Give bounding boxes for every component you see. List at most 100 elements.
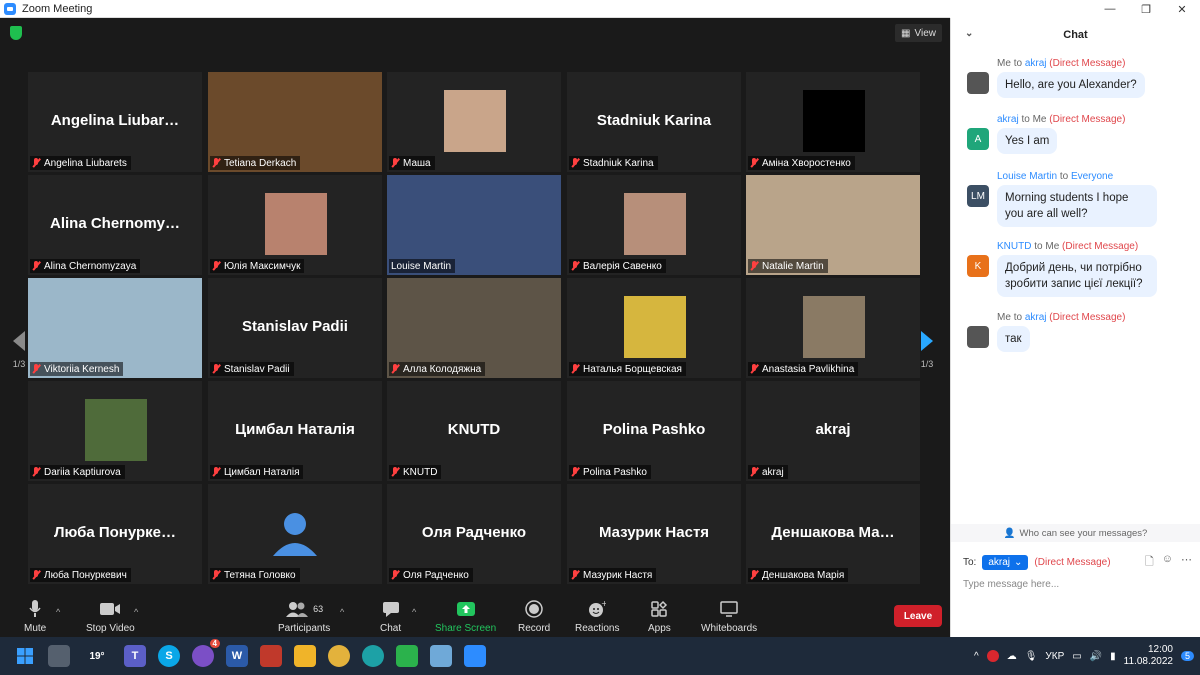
participant-name-label: Tetiana Derkach: [210, 156, 301, 170]
participant-tile[interactable]: Stadniuk Karina Stadniuk Karina: [567, 72, 741, 172]
muted-microphone-icon: [391, 158, 399, 168]
reactions-button[interactable]: + Reactions: [575, 599, 619, 634]
chat-avatar: A: [967, 128, 989, 150]
participant-tile[interactable]: akraj akraj: [746, 381, 920, 481]
participant-tile[interactable]: Маша: [387, 72, 561, 172]
red-book-icon[interactable]: [260, 645, 282, 667]
edge-icon[interactable]: [362, 645, 384, 667]
encryption-shield-icon[interactable]: [10, 26, 22, 40]
muted-microphone-icon: [212, 261, 220, 271]
participant-tile[interactable]: Louise Martin: [387, 175, 561, 275]
participant-tile[interactable]: Stanislav Padii Stanislav Padii: [208, 278, 382, 378]
message-sender: KNUTD: [997, 241, 1032, 252]
zoom-taskbar-icon[interactable]: [464, 645, 486, 667]
view-button[interactable]: ▦ View: [895, 24, 942, 42]
participant-tile[interactable]: Цимбал Наталія Цимбал Наталія: [208, 381, 382, 481]
participants-options-chevron-icon[interactable]: ^: [340, 607, 344, 617]
participant-tile[interactable]: Viktoriia Kernesh: [28, 278, 202, 378]
participant-display-name: Polina Pashko: [602, 421, 706, 438]
wechat-icon[interactable]: [396, 645, 418, 667]
participant-tile[interactable]: Оля Радченко Оля Радченко: [387, 484, 561, 584]
file-explorer-icon[interactable]: [294, 645, 316, 667]
chat-button[interactable]: Chat: [380, 599, 401, 634]
participant-tile[interactable]: Polina Pashko Polina Pashko: [567, 381, 741, 481]
photos-icon[interactable]: [430, 645, 452, 667]
word-icon[interactable]: W: [226, 645, 248, 667]
clock[interactable]: 12:00 11.08.2022: [1124, 644, 1173, 668]
chevron-up-icon[interactable]: ^: [974, 651, 979, 662]
participant-tile[interactable]: Anastasia Pavlikhina: [746, 278, 920, 378]
chat-avatar: [967, 72, 989, 94]
microphone-tray-icon[interactable]: 🎙: [1025, 651, 1038, 662]
participant-profile-photo: [85, 399, 147, 461]
participant-tile[interactable]: Алла Колодяжна: [387, 278, 561, 378]
cloud-icon[interactable]: ☁: [1007, 651, 1017, 662]
video-options-chevron-icon[interactable]: ^: [134, 607, 138, 617]
participant-tile[interactable]: Деншакова Ма… Деншакова Марія: [746, 484, 920, 584]
view-button-label: View: [914, 27, 937, 39]
apps-button[interactable]: Apps: [648, 599, 671, 634]
participant-tile[interactable]: Аміна Хворостенко: [746, 72, 920, 172]
speaker-icon[interactable]: 🔊: [1090, 651, 1102, 662]
notification-badge[interactable]: 5: [1180, 651, 1194, 661]
participant-name-label: Маша: [389, 156, 435, 170]
weather-icon[interactable]: 19°: [82, 645, 112, 667]
share-screen-button[interactable]: Share Screen: [435, 599, 496, 634]
chat-options-chevron-icon[interactable]: ^: [412, 607, 416, 617]
leave-button[interactable]: Leave: [894, 605, 942, 627]
teams-icon[interactable]: T: [124, 645, 146, 667]
participant-name-label: Stanislav Padii: [210, 362, 294, 376]
participant-name: Аміна Хворостенко: [762, 157, 851, 169]
message-input[interactable]: [963, 576, 1183, 592]
participant-tile[interactable]: Tetiana Derkach: [208, 72, 382, 172]
chat-message-row: LM Morning students I hope you are all we…: [967, 185, 1192, 227]
mute-options-chevron-icon[interactable]: ^: [56, 607, 60, 617]
direct-message-tag: (Direct Message): [1049, 58, 1126, 69]
emoji-icon[interactable]: ☺: [1162, 553, 1173, 572]
record-button[interactable]: Record: [518, 599, 550, 634]
participant-name-label: Алла Колодяжна: [389, 362, 486, 376]
recipient-select[interactable]: akraj ⌄: [982, 554, 1029, 570]
participant-tile[interactable]: Люба Понурке… Люба Понуркевич: [28, 484, 202, 584]
participant-tile[interactable]: Наталья Борщевская: [567, 278, 741, 378]
chevron-down-icon[interactable]: ⌄: [965, 28, 973, 39]
viber-icon[interactable]: 4: [192, 639, 220, 667]
windows-start-icon[interactable]: [14, 645, 36, 667]
display-icon[interactable]: ▭: [1072, 651, 1081, 662]
participant-tile[interactable]: Natalie Martin: [746, 175, 920, 275]
prev-page-button[interactable]: 1/3: [8, 318, 30, 382]
file-icon[interactable]: 🗋: [1145, 553, 1154, 572]
mute-button[interactable]: Mute: [24, 599, 46, 634]
participant-tile[interactable]: Dariia Kaptiurova: [28, 381, 202, 481]
language-indicator[interactable]: УКР: [1045, 651, 1064, 662]
chrome-icon[interactable]: [328, 645, 350, 667]
participant-display-name: Деншакова Ма…: [771, 524, 895, 541]
participants-button[interactable]: 63 Participants: [278, 599, 330, 634]
participant-tile[interactable]: Alina Chernomy… Alina Chernomyzaya: [28, 175, 202, 275]
person-icon: 👤: [1003, 527, 1016, 539]
participant-tile[interactable]: KNUTD KNUTD: [387, 381, 561, 481]
who-can-see-link[interactable]: 👤 Who can see your messages?: [951, 524, 1200, 542]
chat-message: Me to akraj (Direct Message) Hello, are y…: [967, 58, 1192, 98]
muted-microphone-icon: [212, 364, 220, 374]
participant-tile[interactable]: Angelina Liubar… Angelina Liubarets: [28, 72, 202, 172]
stop-video-button[interactable]: Stop Video: [86, 599, 135, 634]
whiteboards-button[interactable]: Whiteboards: [701, 599, 757, 634]
battery-icon[interactable]: ▮: [1110, 651, 1116, 662]
mega-icon[interactable]: [986, 650, 999, 662]
minimize-icon[interactable]: —: [1092, 0, 1128, 18]
to-label: To:: [963, 556, 977, 568]
participant-tile[interactable]: Валерія Савенко: [567, 175, 741, 275]
skype-icon[interactable]: S: [158, 645, 180, 667]
close-icon[interactable]: ✕: [1164, 0, 1200, 18]
participant-name: Люба Понуркевич: [44, 569, 127, 581]
restore-icon[interactable]: ❐: [1128, 0, 1164, 18]
participant-display-name: KNUTD: [447, 421, 501, 438]
task-view-icon[interactable]: [48, 645, 70, 667]
participant-tile[interactable]: Тетяна Головко: [208, 484, 382, 584]
participant-tile[interactable]: Юлія Максимчук: [208, 175, 382, 275]
chat-message-meta: Me to akraj (Direct Message): [997, 58, 1192, 69]
participant-tile[interactable]: Мазурик Настя Мазурик Настя: [567, 484, 741, 584]
window-title: Zoom Meeting: [22, 2, 93, 15]
more-icon[interactable]: ⋯: [1181, 553, 1192, 572]
